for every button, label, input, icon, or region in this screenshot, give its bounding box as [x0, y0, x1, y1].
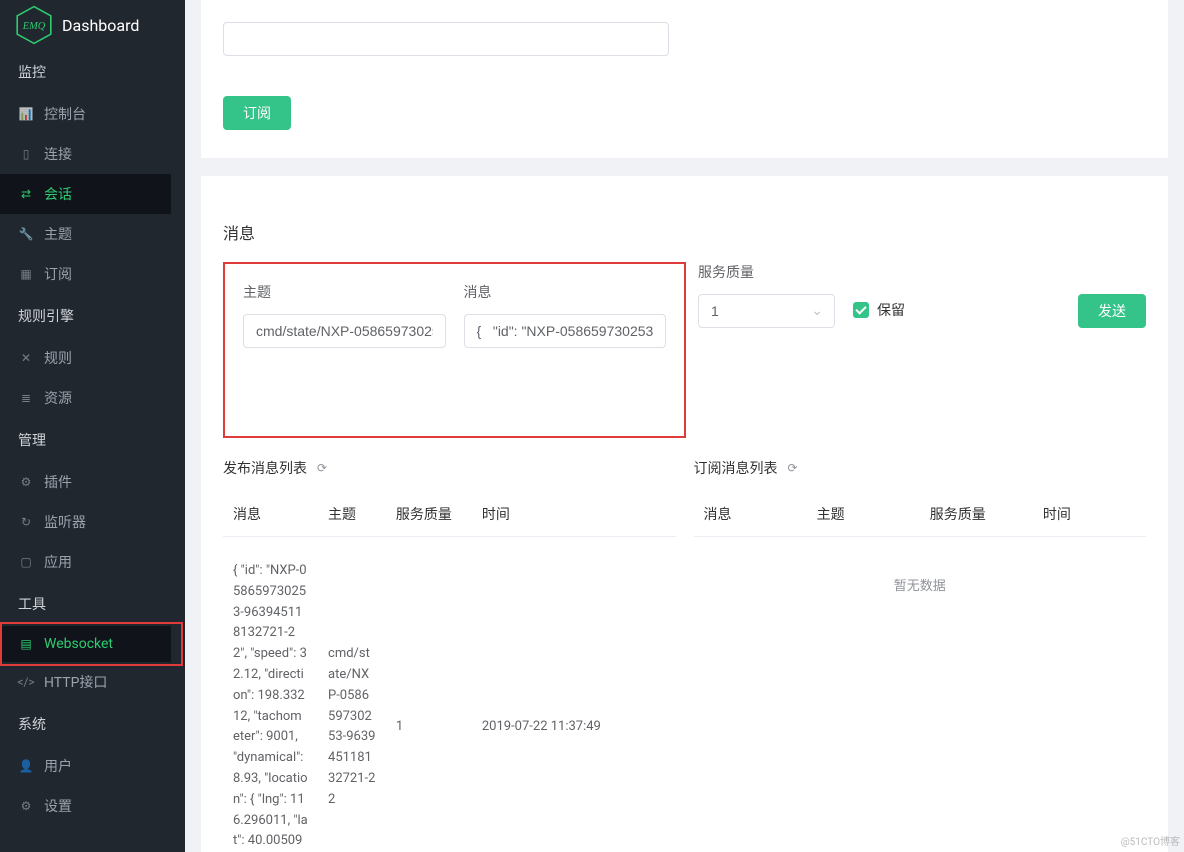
topic-label: 主题 — [243, 282, 446, 302]
sidebar-item-settings[interactable]: ⚙ 设置 — [0, 786, 171, 826]
sidebar-item-http-api[interactable]: </> HTTP接口 — [0, 662, 171, 702]
message-highlight-frame: 主题 消息 — [223, 262, 686, 438]
publish-list-title: 发布消息列表 — [223, 458, 307, 478]
message-label: 消息 — [464, 282, 667, 302]
refresh-icon: ↻ — [18, 514, 34, 530]
wrench-icon: 🔧 — [18, 226, 34, 242]
col-msg: 消息 — [694, 492, 807, 537]
retain-checkbox[interactable] — [853, 302, 869, 318]
sidebar-item-label: 控制台 — [44, 104, 86, 124]
sidebar-section-rules: 规则引擎 — [0, 294, 171, 338]
plugin-icon: ⚙ — [18, 474, 34, 490]
sidebar-section-manage: 管理 — [0, 418, 171, 462]
sidebar-item-console[interactable]: 📊 控制台 — [0, 94, 171, 134]
sidebar-item-subscribe[interactable]: ▦ 订阅 — [0, 254, 171, 294]
subscribe-topic-input[interactable] — [223, 22, 669, 56]
sidebar-item-label: 订阅 — [44, 264, 72, 284]
app-icon: ▢ — [18, 554, 34, 570]
websocket-icon: ▤ — [18, 636, 34, 652]
cell-qos: 1 — [386, 537, 472, 852]
cell-msg: { "id": "NXP-058659730253-96394511813272… — [223, 537, 318, 852]
sidebar: EMQ Dashboard 监控 📊 控制台 ▯ 连接 ⇄ 会话 🔧 主题 ▦ 订阅 规则… — [0, 0, 185, 852]
publish-list: 发布消息列表 ⟳ 消息 主题 服务质量 时间 — [223, 458, 676, 852]
refresh-icon[interactable]: ⟳ — [317, 461, 327, 475]
refresh-icon[interactable]: ⟳ — [788, 461, 798, 475]
rss-icon: ▦ — [18, 266, 34, 282]
sidebar-item-label: 应用 — [44, 552, 72, 572]
subscribe-card-fragment: 订阅 — [201, 0, 1168, 158]
table-row: { "id": "NXP-058659730253-96394511813272… — [223, 537, 676, 852]
main-content: 订阅 消息 主题 消息 — [185, 0, 1184, 852]
col-qos: 服务质量 — [920, 492, 1033, 537]
sidebar-item-rules[interactable]: ✕ 规则 — [0, 338, 171, 378]
sidebar-section-monitor: 监控 — [0, 50, 171, 94]
sidebar-item-label: 用户 — [44, 756, 72, 776]
col-time: 时间 — [1033, 492, 1146, 537]
col-topic: 主题 — [318, 492, 386, 537]
sidebar-item-label: 监听器 — [44, 512, 86, 532]
cell-time: 2019-07-22 11:37:49 — [472, 537, 676, 852]
sidebar-item-listeners[interactable]: ↻ 监听器 — [0, 502, 171, 542]
empty-row: 暂无数据 — [694, 537, 1147, 638]
sidebar-item-label: 设置 — [44, 796, 72, 816]
sidebar-item-session[interactable]: ⇄ 会话 — [0, 174, 171, 214]
topic-input[interactable] — [243, 314, 446, 348]
sidebar-item-apps[interactable]: ▢ 应用 — [0, 542, 171, 582]
col-topic: 主题 — [807, 492, 920, 537]
subscribe-list-title: 订阅消息列表 — [694, 458, 778, 478]
sidebar-item-label: 会话 — [44, 184, 72, 204]
brand-title: Dashboard — [62, 16, 139, 35]
qos-select[interactable] — [698, 294, 835, 328]
svg-text:EMQ: EMQ — [22, 21, 46, 32]
device-icon: ▯ — [18, 146, 34, 162]
code-icon: </> — [18, 674, 34, 690]
sidebar-item-topic[interactable]: 🔧 主题 — [0, 214, 171, 254]
subscribe-button[interactable]: 订阅 — [223, 96, 291, 130]
message-card-header: 消息 — [223, 198, 1146, 244]
swap-icon: ⇄ — [18, 186, 34, 202]
publish-table: 消息 主题 服务质量 时间 { "id": "NXP-058659730253-… — [223, 492, 676, 852]
col-msg: 消息 — [223, 492, 318, 537]
message-card: 消息 主题 消息 — [201, 176, 1168, 852]
subscribe-table: 消息 主题 服务质量 时间 暂无数据 — [694, 492, 1147, 638]
sidebar-item-label: 主题 — [44, 224, 72, 244]
sidebar-item-label: 资源 — [44, 388, 72, 408]
sidebar-item-resources[interactable]: ≣ 资源 — [0, 378, 171, 418]
sidebar-item-label: HTTP接口 — [44, 672, 107, 692]
sidebar-item-label: 规则 — [44, 348, 72, 368]
retain-label: 保留 — [877, 300, 905, 320]
list-icon: ≣ — [18, 390, 34, 406]
sidebar-item-websocket[interactable]: ▤ Websocket — [0, 626, 171, 662]
gear-icon: ⚙ — [18, 798, 34, 814]
shuffle-icon: ✕ — [18, 350, 34, 366]
send-button[interactable]: 发送 — [1078, 294, 1146, 328]
qos-label: 服务质量 — [698, 262, 835, 282]
cell-topic: cmd/state/NXP-058659730253-9639451181327… — [318, 537, 386, 852]
sidebar-item-label: Websocket — [44, 636, 113, 652]
sidebar-item-label: 连接 — [44, 144, 72, 164]
sidebar-section-system: 系统 — [0, 702, 171, 746]
brand-logo-icon: EMQ — [14, 5, 54, 45]
message-input[interactable] — [464, 314, 667, 348]
sidebar-item-label: 插件 — [44, 472, 72, 492]
empty-text: 暂无数据 — [694, 537, 1147, 638]
sidebar-item-plugins[interactable]: ⚙ 插件 — [0, 462, 171, 502]
bar-chart-icon: 📊 — [18, 106, 34, 122]
sidebar-item-users[interactable]: 👤 用户 — [0, 746, 171, 786]
col-time: 时间 — [472, 492, 676, 537]
user-icon: 👤 — [18, 758, 34, 774]
brand: EMQ Dashboard — [0, 0, 171, 50]
col-qos: 服务质量 — [386, 492, 472, 537]
sidebar-item-connection[interactable]: ▯ 连接 — [0, 134, 171, 174]
sidebar-section-tools: 工具 — [0, 582, 171, 626]
subscribe-list: 订阅消息列表 ⟳ 消息 主题 服务质量 时间 — [694, 458, 1147, 852]
